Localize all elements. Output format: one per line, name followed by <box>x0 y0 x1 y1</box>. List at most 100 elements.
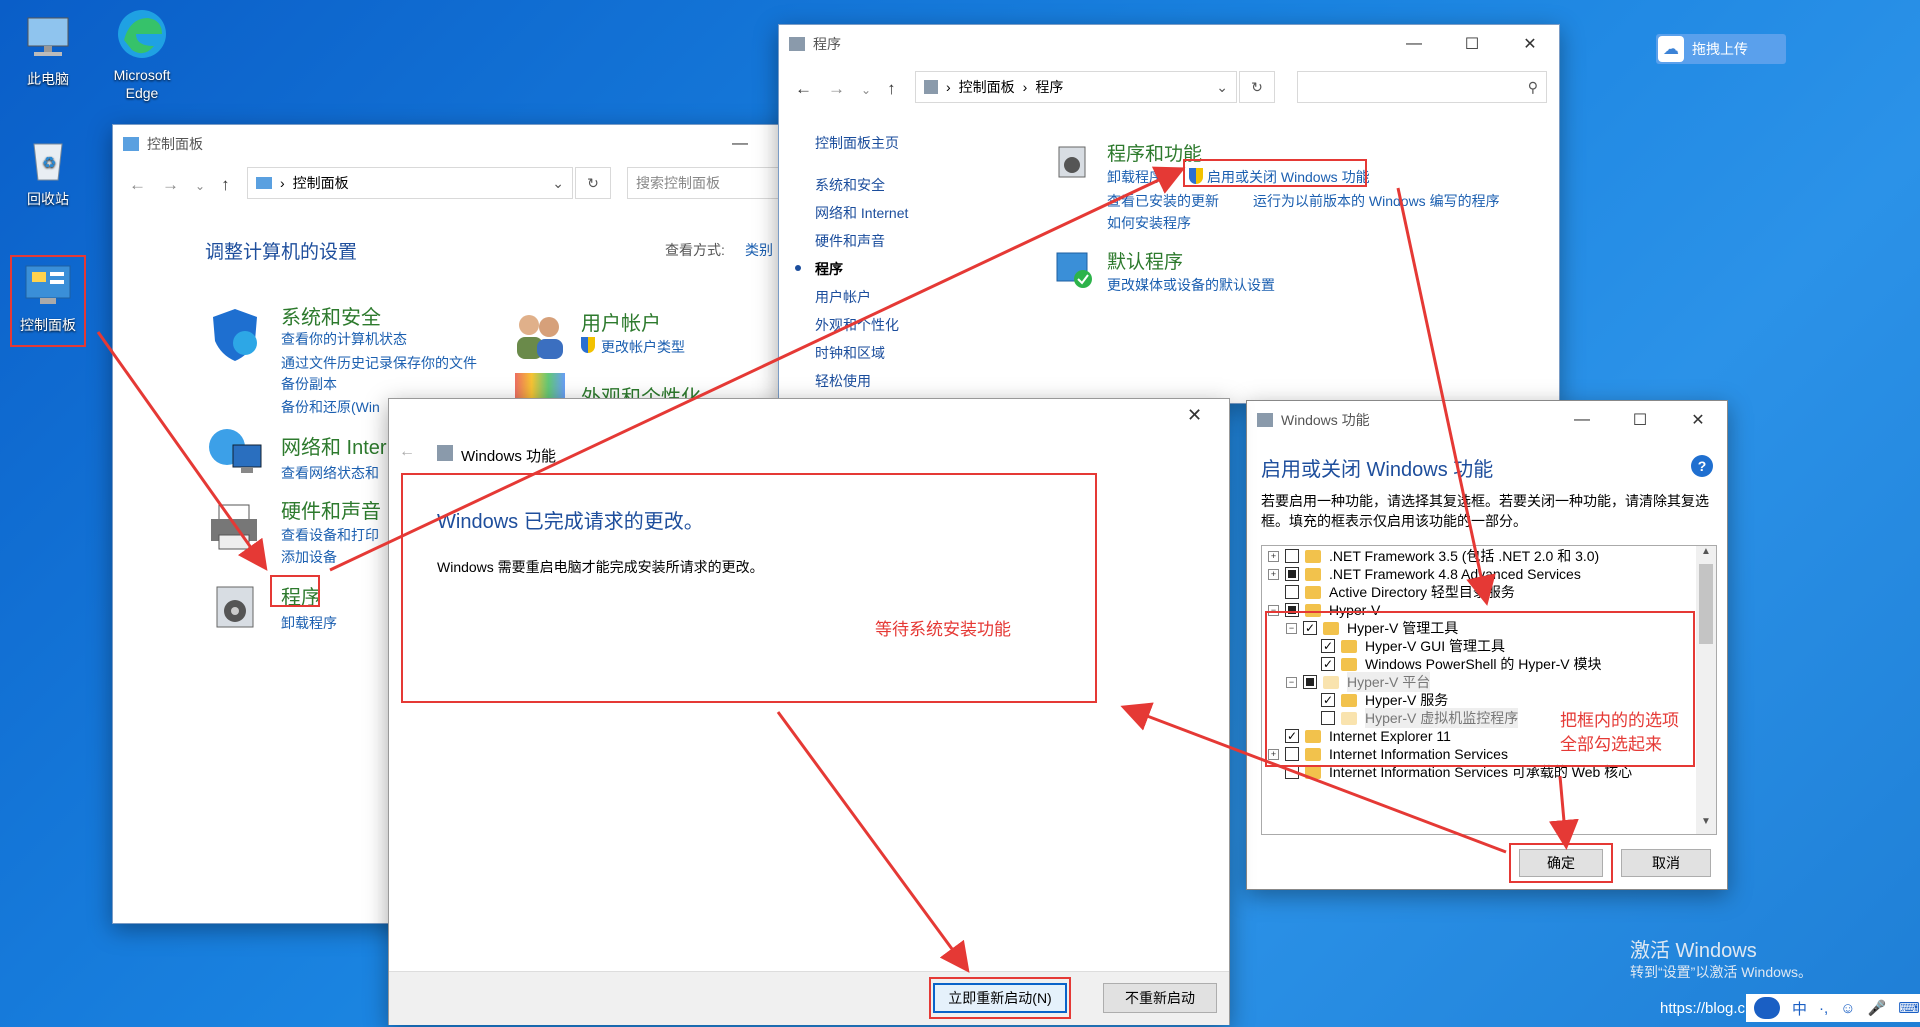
help-icon[interactable]: ? <box>1691 455 1713 477</box>
feature-item[interactable]: Active Directory 轻型目录服务 <box>1262 583 1515 601</box>
window-title: 控制面板 <box>147 136 203 152</box>
link-uninstall[interactable]: 卸载程序 <box>1107 167 1163 187</box>
done-highlight-box <box>401 473 1097 703</box>
scroll-up-icon[interactable]: ▲ <box>1696 546 1716 564</box>
cancel-button[interactable]: 取消 <box>1621 849 1711 877</box>
breadcrumb-item[interactable]: 控制面板 <box>959 77 1015 97</box>
link-installed-updates[interactable]: 查看已安装的更新 <box>1107 191 1219 211</box>
refresh-button[interactable]: ↻ <box>575 167 611 199</box>
page-title: 调整计算机的设置 <box>205 242 358 263</box>
breadcrumb-separator-icon: › <box>280 175 285 191</box>
desktop-icon-this-pc[interactable]: 此电脑 <box>6 10 90 88</box>
address-bar[interactable]: › 控制面板 › 程序 ⌄ <box>915 71 1237 103</box>
view-by-dropdown[interactable]: 类别 <box>745 240 773 260</box>
expand-toggle-icon[interactable]: + <box>1268 568 1279 580</box>
no-restart-button[interactable]: 不重新启动 <box>1103 983 1217 1013</box>
programs-highlight-box <box>270 575 320 607</box>
scroll-thumb[interactable] <box>1699 564 1713 644</box>
maximize-icon[interactable]: ☐ <box>1611 401 1669 439</box>
minimize-icon[interactable]: — <box>1385 25 1443 63</box>
breadcrumb-separator-icon: › <box>946 79 951 95</box>
refresh-icon: ↻ <box>587 174 599 191</box>
refresh-button[interactable]: ↻ <box>1239 71 1275 103</box>
refresh-icon: ↻ <box>1251 78 1263 95</box>
folder-icon <box>1305 765 1321 779</box>
upload-button[interactable]: ☁ 拖拽上传 <box>1656 34 1786 64</box>
cloud-icon: ☁ <box>1658 36 1684 62</box>
feature-checkbox[interactable] <box>1285 549 1299 563</box>
link-add-device[interactable]: 添加设备 <box>281 547 337 567</box>
close-icon[interactable]: ✕ <box>1501 25 1559 63</box>
category-user-accounts[interactable]: 用户帐户 <box>581 307 661 336</box>
expand-toggle-icon[interactable]: + <box>1268 550 1279 562</box>
default-programs-icon <box>1055 251 1093 289</box>
control-panel-highlight-box <box>10 255 86 347</box>
category-hardware[interactable]: 硬件和声音 <box>281 495 381 524</box>
feature-checkbox[interactable] <box>1285 765 1299 779</box>
sidebar-item-home[interactable]: 控制面板主页 <box>815 129 908 157</box>
back-arrow-icon[interactable]: ← <box>399 443 415 461</box>
category-network[interactable]: 网络和 Inter <box>281 431 387 460</box>
link-backup-restore[interactable]: 备份和还原(Win <box>281 397 380 417</box>
ime-lang[interactable]: 中 <box>1792 998 1807 1019</box>
back-arrow-icon[interactable]: ← <box>795 79 812 99</box>
link-uninstall-program[interactable]: 卸载程序 <box>281 613 337 633</box>
close-icon[interactable]: ✕ <box>1669 401 1727 439</box>
sidebar-item-appearance[interactable]: 外观和个性化 <box>815 311 908 339</box>
link-view-status[interactable]: 查看你的计算机状态 <box>281 329 407 349</box>
desktop-icon-edge[interactable]: Microsoft Edge <box>100 6 184 102</box>
edge-icon <box>114 6 170 62</box>
link-network-status[interactable]: 查看网络状态和 <box>281 463 379 483</box>
search-input[interactable]: ⚲ <box>1297 71 1547 103</box>
link-change-account-type[interactable]: 更改帐户类型 <box>601 337 685 357</box>
scrollbar[interactable]: ▲ ▼ <box>1696 546 1716 834</box>
chevron-down-icon[interactable]: ⌄ <box>552 175 564 192</box>
feature-item[interactable]: + .NET Framework 3.5 (包括 .NET 2.0 和 3.0) <box>1262 547 1599 565</box>
scroll-down-icon[interactable]: ▼ <box>1696 816 1716 834</box>
address-bar[interactable]: › 控制面板 ⌄ <box>247 167 573 199</box>
sidebar-item-programs[interactable]: 程序 <box>815 255 908 283</box>
back-arrow-icon[interactable]: ← <box>129 175 146 195</box>
keyboard-icon[interactable]: ⌨ <box>1898 999 1920 1017</box>
sidebar-item-clock[interactable]: 时钟和区域 <box>815 339 908 367</box>
category-system-security[interactable]: 系统和安全 <box>281 301 381 330</box>
desktop-icon-recycle-bin[interactable]: ♻ 回收站 <box>6 130 90 208</box>
sidebar-item-ease[interactable]: 轻松使用 <box>815 367 908 395</box>
sidebar-item-hardware[interactable]: 硬件和声音 <box>815 227 908 255</box>
sidebar-item-users[interactable]: 用户帐户 <box>815 283 908 311</box>
emoji-icon[interactable]: ☺ <box>1840 1000 1855 1017</box>
section-default-programs[interactable]: 默认程序 <box>1107 247 1183 274</box>
chevron-down-icon[interactable]: ⌄ <box>1216 79 1228 96</box>
chevron-down-icon[interactable]: ⌄ <box>195 175 205 195</box>
link-how-install[interactable]: 如何安装程序 <box>1107 213 1191 233</box>
link-compat-programs[interactable]: 运行为以前版本的 Windows 编写的程序 <box>1253 191 1500 211</box>
close-icon[interactable]: ✕ <box>1187 405 1202 426</box>
features-small-icon <box>437 445 453 461</box>
uac-shield-icon <box>581 337 595 353</box>
forward-arrow-icon[interactable]: → <box>162 175 179 195</box>
ime-tray[interactable]: 中 ·, ☺ 🎤 ⌨ <box>1746 994 1920 1022</box>
link-file-history[interactable]: 通过文件历史记录保存你的文件 <box>281 353 477 373</box>
feature-item[interactable]: + .NET Framework 4.8 Advanced Services <box>1262 565 1581 583</box>
up-arrow-icon[interactable]: ↑ <box>887 79 896 99</box>
up-arrow-icon[interactable]: ↑ <box>221 175 230 195</box>
sidebar-item-network[interactable]: 网络和 Internet <box>815 199 908 227</box>
search-icon: ⚲ <box>1527 78 1538 95</box>
forward-arrow-icon[interactable]: → <box>828 79 845 99</box>
feature-label: Active Directory 轻型目录服务 <box>1329 584 1515 600</box>
svg-text:♻: ♻ <box>42 155 56 172</box>
link-backup-copy[interactable]: 备份副本 <box>281 374 337 394</box>
ime-punct[interactable]: ·, <box>1819 1000 1828 1017</box>
maximize-icon[interactable]: ☐ <box>1443 25 1501 63</box>
chevron-down-icon[interactable]: ⌄ <box>861 79 871 99</box>
link-media-defaults[interactable]: 更改媒体或设备的默认设置 <box>1107 275 1275 295</box>
sidebar-item-system[interactable]: 系统和安全 <box>815 171 908 199</box>
minimize-icon[interactable]: — <box>1553 401 1611 439</box>
mic-icon[interactable]: 🎤 <box>1868 999 1887 1017</box>
feature-checkbox[interactable] <box>1285 567 1299 581</box>
link-devices-printers[interactable]: 查看设备和打印 <box>281 525 379 545</box>
breadcrumb-item[interactable]: 控制面板 <box>293 173 349 193</box>
breadcrumb-item[interactable]: 程序 <box>1035 77 1063 97</box>
feature-checkbox[interactable] <box>1285 585 1299 599</box>
minimize-icon[interactable]: — <box>711 125 769 163</box>
